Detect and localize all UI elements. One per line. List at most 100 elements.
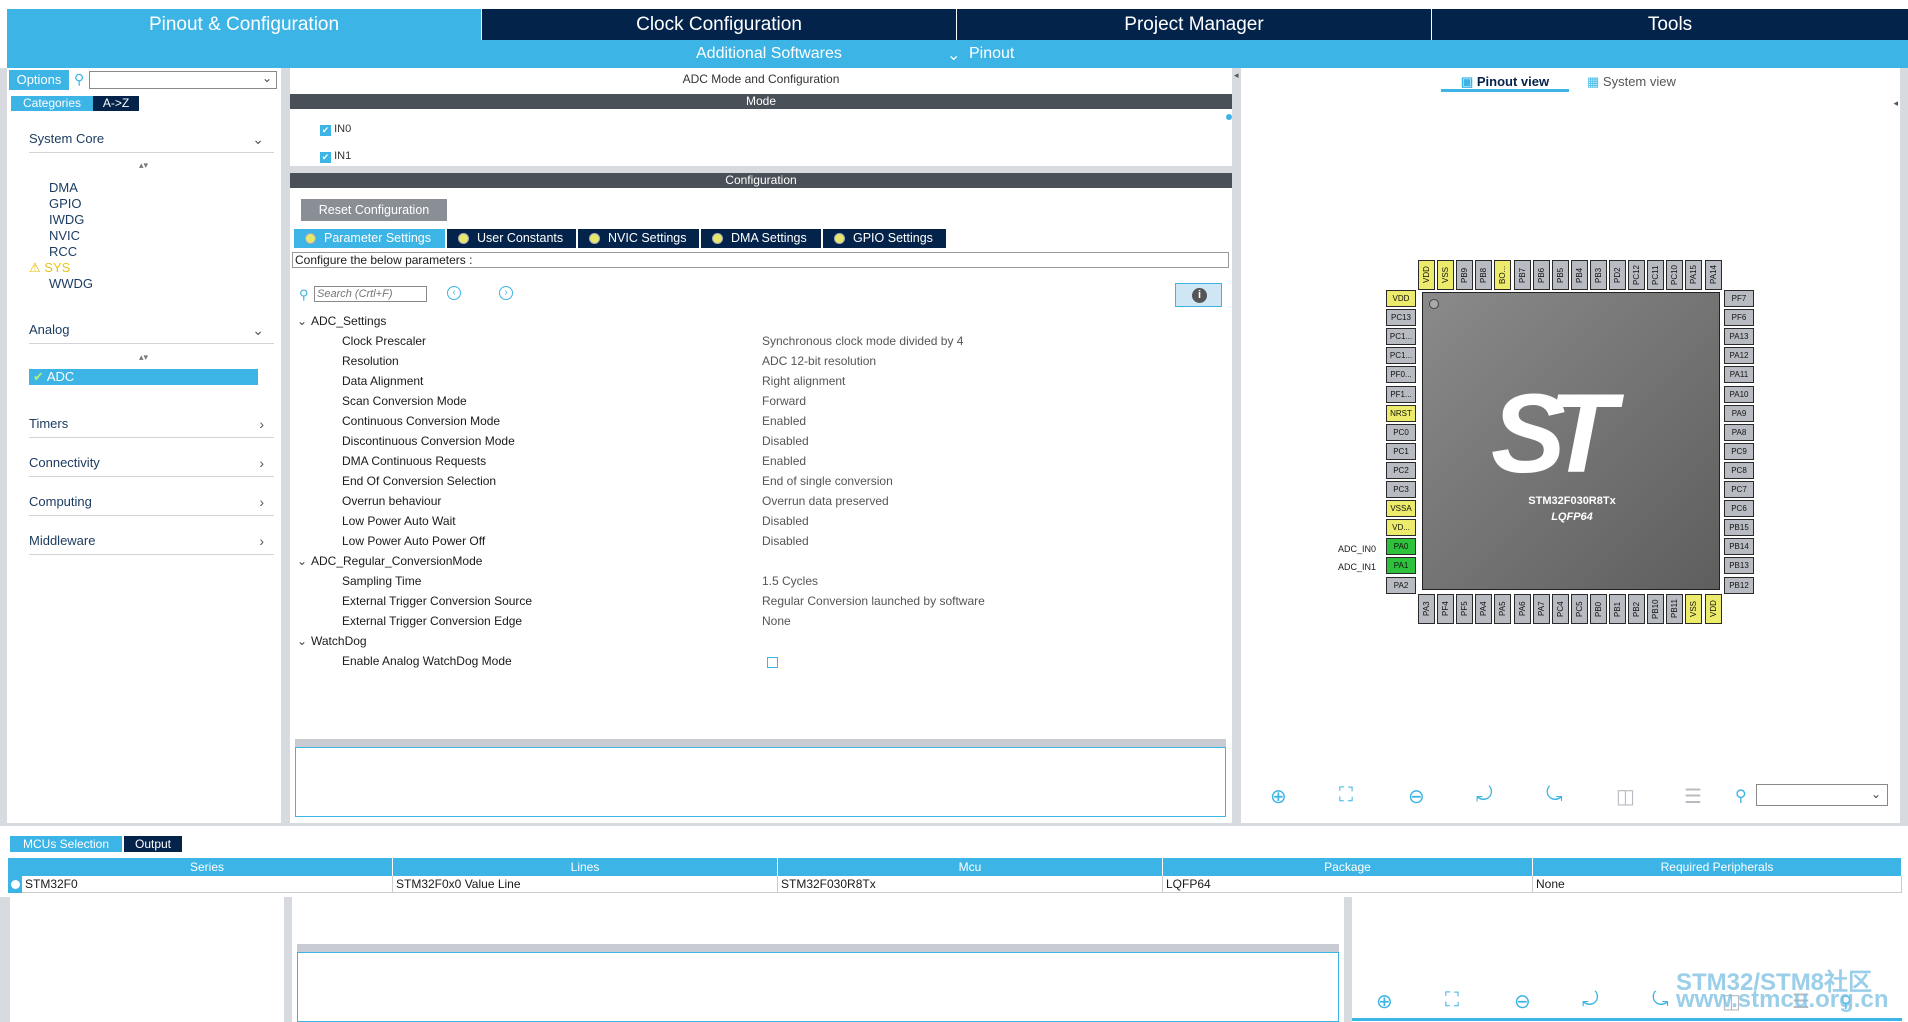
pin-left-14[interactable]: PA1 (1386, 557, 1416, 575)
category-computing[interactable]: Computing › (29, 494, 274, 516)
item-iwdg[interactable]: IWDG (49, 212, 84, 227)
param-value[interactable]: End of single conversion (762, 473, 893, 489)
pin-top-15[interactable]: PA14 (1704, 260, 1722, 290)
pin-top-7[interactable]: PB5 (1551, 260, 1569, 290)
item-adc[interactable]: ✔ ADC (29, 369, 258, 385)
tab-clock-configuration[interactable]: Clock Configuration (482, 9, 957, 40)
pin-left-7[interactable]: PC0 (1386, 423, 1416, 441)
scroll-indicator[interactable] (1226, 114, 1232, 120)
pin-right-1[interactable]: PF6 (1724, 309, 1754, 327)
pin-top-11[interactable]: PC12 (1628, 260, 1646, 290)
pin-left-12[interactable]: VD... (1386, 519, 1416, 537)
pin-right-8[interactable]: PC9 (1724, 442, 1754, 460)
pin-bottom-1[interactable]: PF4 (1437, 594, 1455, 624)
pin-search-combo[interactable]: ⌄ (1756, 784, 1888, 806)
pin-top-3[interactable]: PB8 (1475, 260, 1493, 290)
col-package[interactable]: Package (1163, 858, 1533, 876)
arrow-right-icon[interactable]: › (499, 286, 513, 300)
group-watchdog[interactable]: ⌄ WatchDog (297, 633, 371, 649)
tab-pinout-configuration[interactable]: Pinout & Configuration (7, 9, 482, 40)
category-timers[interactable]: Timers › (29, 416, 274, 438)
reset-configuration-button[interactable]: Reset Configuration (301, 199, 447, 221)
tab-tools[interactable]: Tools (1432, 9, 1908, 40)
pin-bottom-14[interactable]: VSS (1685, 594, 1703, 624)
az-tab[interactable]: A->Z (93, 96, 139, 111)
category-connectivity[interactable]: Connectivity › (29, 455, 274, 477)
item-sys[interactable]: ⚠ SYS (29, 260, 70, 276)
tab-project-manager[interactable]: Project Manager (957, 9, 1432, 40)
cell-package[interactable]: LQFP64 (1163, 876, 1533, 893)
param-value[interactable]: ADC 12-bit resolution (762, 353, 876, 369)
rotate-left-icon[interactable]: ⤿ (1652, 989, 1669, 1012)
pin-top-9[interactable]: PB3 (1589, 260, 1607, 290)
rotate-right-icon[interactable]: ⤾ (1476, 784, 1493, 807)
param-value[interactable]: Enabled (762, 453, 806, 469)
pin-top-10[interactable]: PD2 (1609, 260, 1626, 290)
pin-top-0[interactable]: VDD (1418, 260, 1435, 290)
item-rcc[interactable]: RCC (49, 244, 77, 259)
param-value[interactable]: Disabled (762, 513, 809, 529)
param-value[interactable]: Right alignment (762, 373, 845, 389)
pin-top-13[interactable]: PC10 (1666, 260, 1684, 290)
pin-right-12[interactable]: PB15 (1724, 519, 1754, 537)
category-middleware[interactable]: Middleware › (29, 533, 274, 555)
pin-bottom-15[interactable]: VDD (1704, 594, 1722, 624)
pin-top-14[interactable]: PA15 (1685, 260, 1703, 290)
zoom-out-icon[interactable]: ⊖ (1408, 784, 1425, 809)
pin-bottom-8[interactable]: PC5 (1570, 594, 1588, 624)
param-value[interactable]: Enabled (762, 413, 806, 429)
pin-left-13[interactable]: PA0 (1386, 538, 1416, 556)
pin-right-9[interactable]: PC8 (1724, 461, 1754, 479)
pin-bottom-5[interactable]: PA6 (1513, 594, 1531, 624)
collapse-icon[interactable]: ◂ (1234, 70, 1239, 81)
pin-left-10[interactable]: PC3 (1386, 481, 1416, 498)
pin-right-4[interactable]: PA11 (1724, 366, 1754, 384)
zoom-out-icon[interactable]: ⊖ (1514, 989, 1531, 1014)
pinout-view-tab[interactable]: ▣ Pinout view (1441, 74, 1569, 92)
description-splitter[interactable] (295, 739, 1226, 747)
watchdog-checkbox[interactable] (767, 657, 778, 668)
tab-parameter-settings[interactable]: Parameter Settings (294, 229, 445, 248)
tab-output[interactable]: Output (124, 836, 182, 852)
pin-top-2[interactable]: PB9 (1456, 260, 1474, 290)
mode-in0[interactable]: ✔ IN0 (320, 123, 351, 136)
pin-bottom-9[interactable]: PB0 (1589, 594, 1607, 624)
param-value[interactable]: Disabled (762, 433, 809, 449)
param-value[interactable]: 1.5 Cycles (762, 573, 818, 589)
param-value[interactable]: Regular Conversion launched by software (762, 593, 985, 609)
pin-bottom-10[interactable]: PB1 (1609, 594, 1626, 624)
pin-left-4[interactable]: PF0... (1386, 366, 1416, 384)
pin-right-3[interactable]: PA12 (1724, 347, 1754, 365)
pin-left-11[interactable]: VSSA (1386, 500, 1416, 518)
col-required-peripherals[interactable]: Required Peripherals (1533, 858, 1902, 876)
tab-user-constants[interactable]: User Constants (447, 229, 576, 248)
sort-icon[interactable]: ▴▾ (139, 160, 148, 171)
arrow-left-icon[interactable]: ‹ (447, 286, 461, 300)
fit-screen-icon[interactable]: ⛶ (1445, 989, 1459, 1012)
pin-right-0[interactable]: PF7 (1724, 290, 1754, 307)
additional-softwares-menu[interactable]: Additional Softwares (696, 45, 842, 63)
pin-left-0[interactable]: VDD (1386, 290, 1416, 307)
options-button[interactable]: Options (9, 70, 69, 90)
item-wwdg[interactable]: WWDG (49, 276, 93, 291)
pin-bottom-7[interactable]: PC4 (1551, 594, 1569, 624)
zoom-in-icon[interactable]: ⊕ (1376, 989, 1393, 1014)
group-adc-regular-conversion[interactable]: ⌄ ADC_Regular_ConversionMode (297, 553, 486, 569)
sort-icon[interactable]: ▴▾ (139, 352, 148, 363)
pin-bottom-13[interactable]: PB11 (1666, 594, 1684, 624)
tab-dma-settings[interactable]: DMA Settings (701, 229, 821, 248)
pin-bottom-4[interactable]: PA5 (1494, 594, 1512, 624)
pin-right-6[interactable]: PA9 (1724, 404, 1754, 422)
pin-right-7[interactable]: PA8 (1724, 423, 1754, 441)
pinout-menu[interactable]: Pinout (969, 45, 1014, 63)
pin-left-15[interactable]: PA2 (1386, 576, 1416, 594)
col-lines[interactable]: Lines (393, 858, 778, 876)
pin-right-15[interactable]: PB12 (1724, 576, 1754, 594)
pin-left-9[interactable]: PC2 (1386, 461, 1416, 479)
pin-top-8[interactable]: PB4 (1570, 260, 1588, 290)
param-value[interactable]: Disabled (762, 533, 809, 549)
pin-top-1[interactable]: VSS (1437, 260, 1455, 290)
pin-bottom-12[interactable]: PB10 (1647, 594, 1665, 624)
pin-bottom-3[interactable]: PA4 (1475, 594, 1493, 624)
zoom-in-icon[interactable]: ⊕ (1270, 784, 1287, 809)
